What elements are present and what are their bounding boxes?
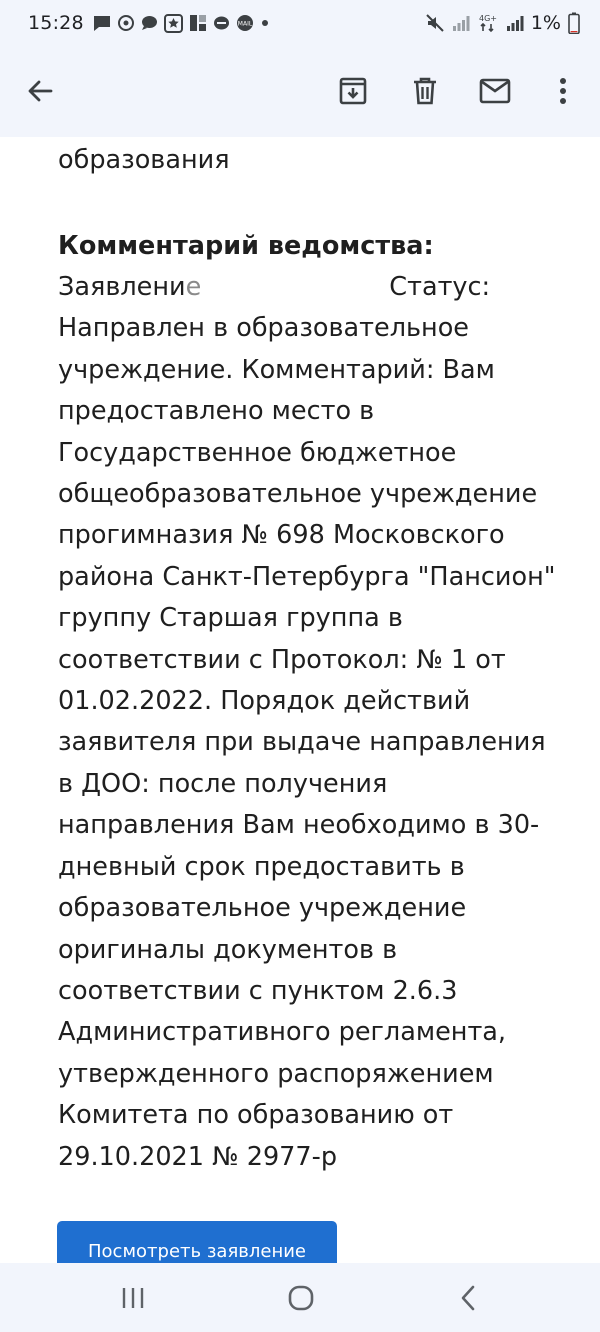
archive-icon (338, 76, 368, 106)
recents-button[interactable] (103, 1273, 163, 1323)
home-icon (287, 1284, 315, 1312)
redacted-region (201, 269, 390, 299)
chat-icon (141, 15, 158, 31)
more-options-button[interactable] (535, 63, 591, 119)
comment-body-partial: е (185, 272, 202, 302)
status-right: 4G+ 1% (425, 12, 580, 34)
system-back-button[interactable] (438, 1273, 498, 1323)
comment-body-start: Заявлени (58, 272, 186, 302)
view-application-button[interactable]: Посмотреть заявление (57, 1221, 337, 1263)
delete-button[interactable] (397, 63, 453, 119)
comment-body: Заявление Статус: Направлен в образовател… (58, 267, 558, 1178)
battery-icon (568, 12, 580, 34)
network-type-icon: 4G+ (477, 12, 499, 34)
previous-text-line: образования (58, 145, 230, 175)
back-arrow-icon (26, 77, 54, 105)
comment-title: Комментарий ведомства: (58, 231, 434, 261)
mail-ru-label: MAIL (238, 21, 253, 28)
status-bar: 15:28 MAIL 4G+ 1% (0, 0, 600, 46)
mute-icon (425, 13, 445, 33)
recents-icon (120, 1286, 146, 1310)
battery-percent: 1% (530, 12, 561, 34)
signal-icon-sim1 (452, 14, 470, 32)
star-app-icon (163, 13, 183, 33)
email-body: образования Комментарий ведомства: Заявл… (0, 137, 600, 1263)
network-type-label: 4G+ (479, 14, 497, 23)
dot-icon (260, 18, 270, 28)
chat-bubble-icon (213, 15, 230, 31)
app-grid-icon (189, 14, 207, 32)
email-toolbar (0, 46, 600, 137)
more-vert-icon (559, 77, 567, 105)
status-time: 15:28 (28, 12, 84, 34)
signal-icon-sim2 (506, 14, 524, 32)
archive-button[interactable] (325, 63, 381, 119)
message-icon (93, 15, 111, 32)
mark-unread-button[interactable] (467, 63, 523, 119)
comment-body-rest: Статус: Направлен в образовательное учре… (58, 272, 556, 1172)
notification-icons: MAIL (93, 13, 270, 33)
back-button[interactable] (12, 63, 68, 119)
system-nav-bar (0, 1263, 600, 1332)
mail-ru-icon: MAIL (236, 14, 254, 32)
email-screen: 15:28 MAIL 4G+ 1% образования Комментари… (0, 0, 600, 1332)
delete-icon (411, 76, 439, 106)
home-button[interactable] (271, 1273, 331, 1323)
mail-icon (479, 78, 511, 104)
whatsapp-icon (117, 14, 135, 32)
back-icon (459, 1285, 477, 1311)
